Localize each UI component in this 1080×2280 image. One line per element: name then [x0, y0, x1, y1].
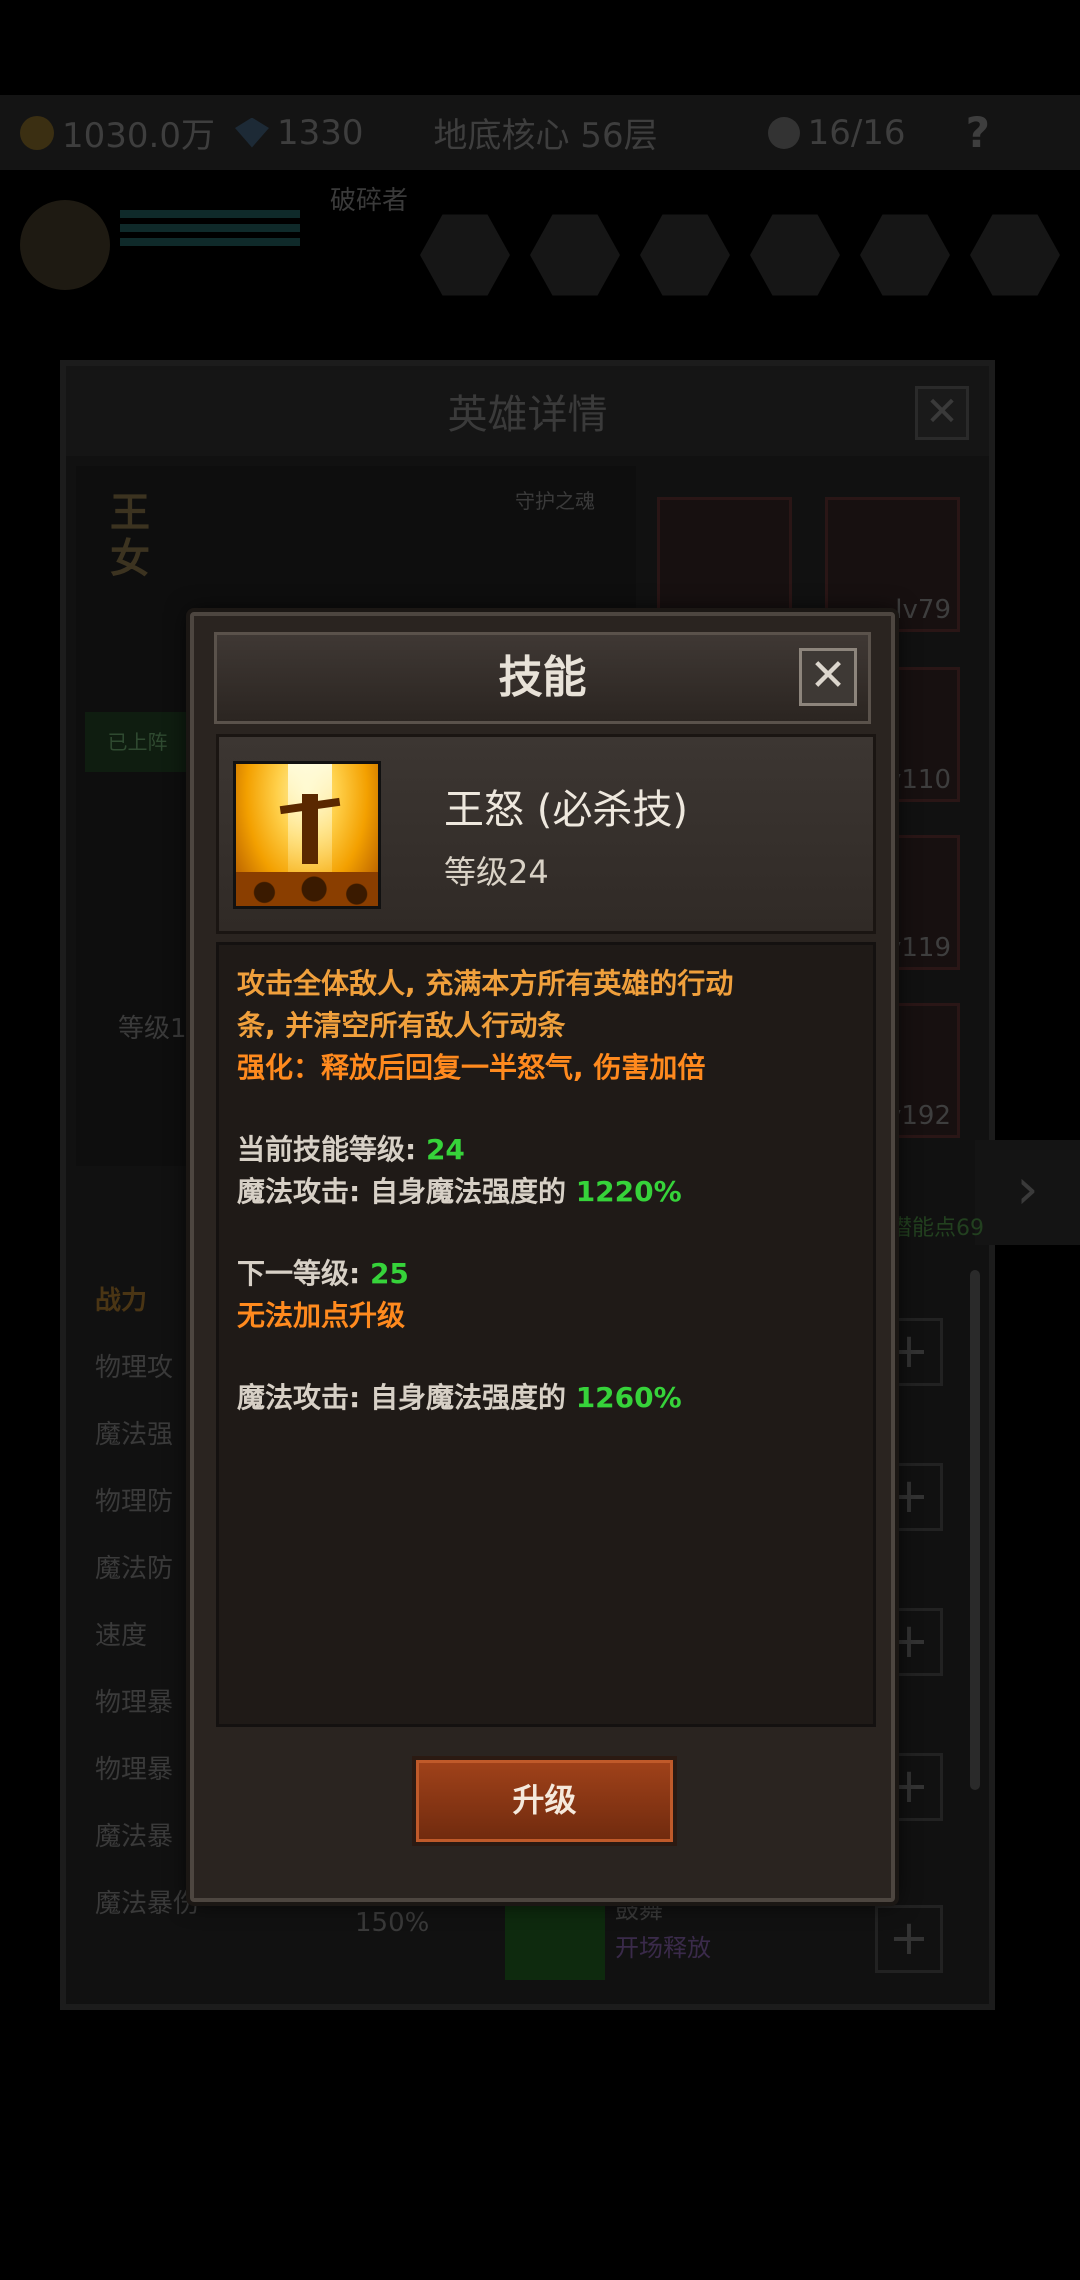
skull-icon [767, 116, 800, 149]
potential-points: 潜能点69 [890, 1216, 984, 1241]
current-magic-attack-row: 魔法攻击: 自身魔法强度的 1220% [237, 1171, 862, 1213]
next-level-label: 下一等级: [237, 1257, 370, 1290]
player-bars [120, 210, 300, 260]
magic-attack-label: 魔法攻击: 自身魔法强度的 [237, 1175, 576, 1208]
skill-header: 王怒 (必杀技) 等级24 [216, 734, 876, 934]
top-resource-bar: 1030.0万 1330 地底核心 56层 16/16 ? [0, 95, 1080, 170]
magic-attack-next-label: 魔法攻击: 自身魔法强度的 [237, 1381, 576, 1414]
magic-attack-value: 1220% [575, 1175, 682, 1208]
close-button[interactable]: ✕ [799, 648, 857, 706]
current-level-row: 当前技能等级: 24 [237, 1129, 862, 1171]
skill-enhance-text: 强化：释放后回复一半怒气, 伤害加倍 [237, 1051, 706, 1084]
skill-description: 攻击全体敌人, 充满本方所有英雄的行动 条, 并清空所有敌人行动条 强化：释放后… [237, 963, 862, 1419]
current-level-value: 24 [425, 1133, 465, 1166]
team-counter: 16/16 [767, 112, 906, 153]
hero-slot-icon[interactable] [750, 214, 840, 296]
skill-icon[interactable] [505, 1890, 605, 1980]
gold-amount: 1030.0万 [62, 116, 215, 156]
stat-value: 150% [355, 1908, 430, 1938]
skill-desc-line: 攻击全体敌人, 充满本方所有英雄的行动 [237, 967, 734, 1000]
gold-coin-icon [20, 115, 54, 150]
dialog-title-bar: 技能 [214, 632, 871, 724]
skill-wrath-icon [233, 761, 381, 909]
skill-name: 王怒 (必杀技) [444, 787, 688, 833]
guardian-soul-label: 守护之魂 [515, 489, 595, 513]
hero-slot-icon[interactable] [860, 214, 950, 296]
hero-row-label: 破碎者 [330, 186, 409, 216]
hero-level-label: 等级1 [118, 1014, 187, 1044]
hero-name: 王女 [110, 490, 150, 582]
gem-icon [234, 117, 269, 148]
hero-slot-icon[interactable] [640, 214, 730, 296]
location-label: 地底核心 56层 [433, 116, 658, 156]
next-level-value: 25 [369, 1257, 409, 1290]
skill-description-panel: 攻击全体敌人, 充满本方所有英雄的行动 条, 并清空所有敌人行动条 强化：释放后… [216, 942, 876, 1727]
skill-list-scrollbar[interactable] [970, 1270, 980, 1790]
skill-dialog: 技能 ✕ 王怒 (必杀技) 等级24 攻击全体敌人, 充满本方所有英雄的行动 条… [190, 612, 895, 1902]
close-icon: ✕ [809, 650, 847, 701]
next-hero-arrow-icon[interactable]: › [975, 1140, 1080, 1245]
hero-slot-icon[interactable] [970, 214, 1060, 296]
team-count: 16/16 [807, 112, 906, 153]
gold-counter: 1030.0万 [20, 108, 215, 157]
current-level-label: 当前技能等级: [237, 1133, 426, 1166]
gem-amount: 1330 [276, 112, 364, 153]
upgrade-button[interactable]: 升级 [412, 1756, 677, 1846]
skill-level: 等级24 [444, 853, 549, 891]
next-magic-attack-row: 魔法攻击: 自身魔法强度的 1260% [237, 1377, 862, 1419]
skill-plus-button[interactable]: + [875, 1905, 943, 1973]
hero-slot-icon[interactable] [530, 214, 620, 296]
skill-subtitle: 开场释放 [615, 1934, 711, 1962]
hero-slot-icon[interactable] [420, 214, 510, 296]
skill-desc-line: 条, 并清空所有敌人行动条 [237, 1009, 566, 1042]
dialog-title: 技能 [498, 652, 587, 703]
hero-detail-title: 英雄详情 [66, 366, 989, 456]
hero-detail-close-button[interactable]: ✕ [915, 386, 969, 440]
equipment-level: lv79 [895, 595, 951, 625]
magic-attack-next-value: 1260% [575, 1381, 682, 1414]
on-team-badge: 已上阵 [85, 712, 190, 772]
next-level-row: 下一等级: 25 [237, 1253, 862, 1295]
help-button[interactable]: ? [966, 108, 990, 157]
player-avatar[interactable] [20, 200, 110, 290]
cannot-upgrade-text: 无法加点升级 [237, 1299, 406, 1332]
